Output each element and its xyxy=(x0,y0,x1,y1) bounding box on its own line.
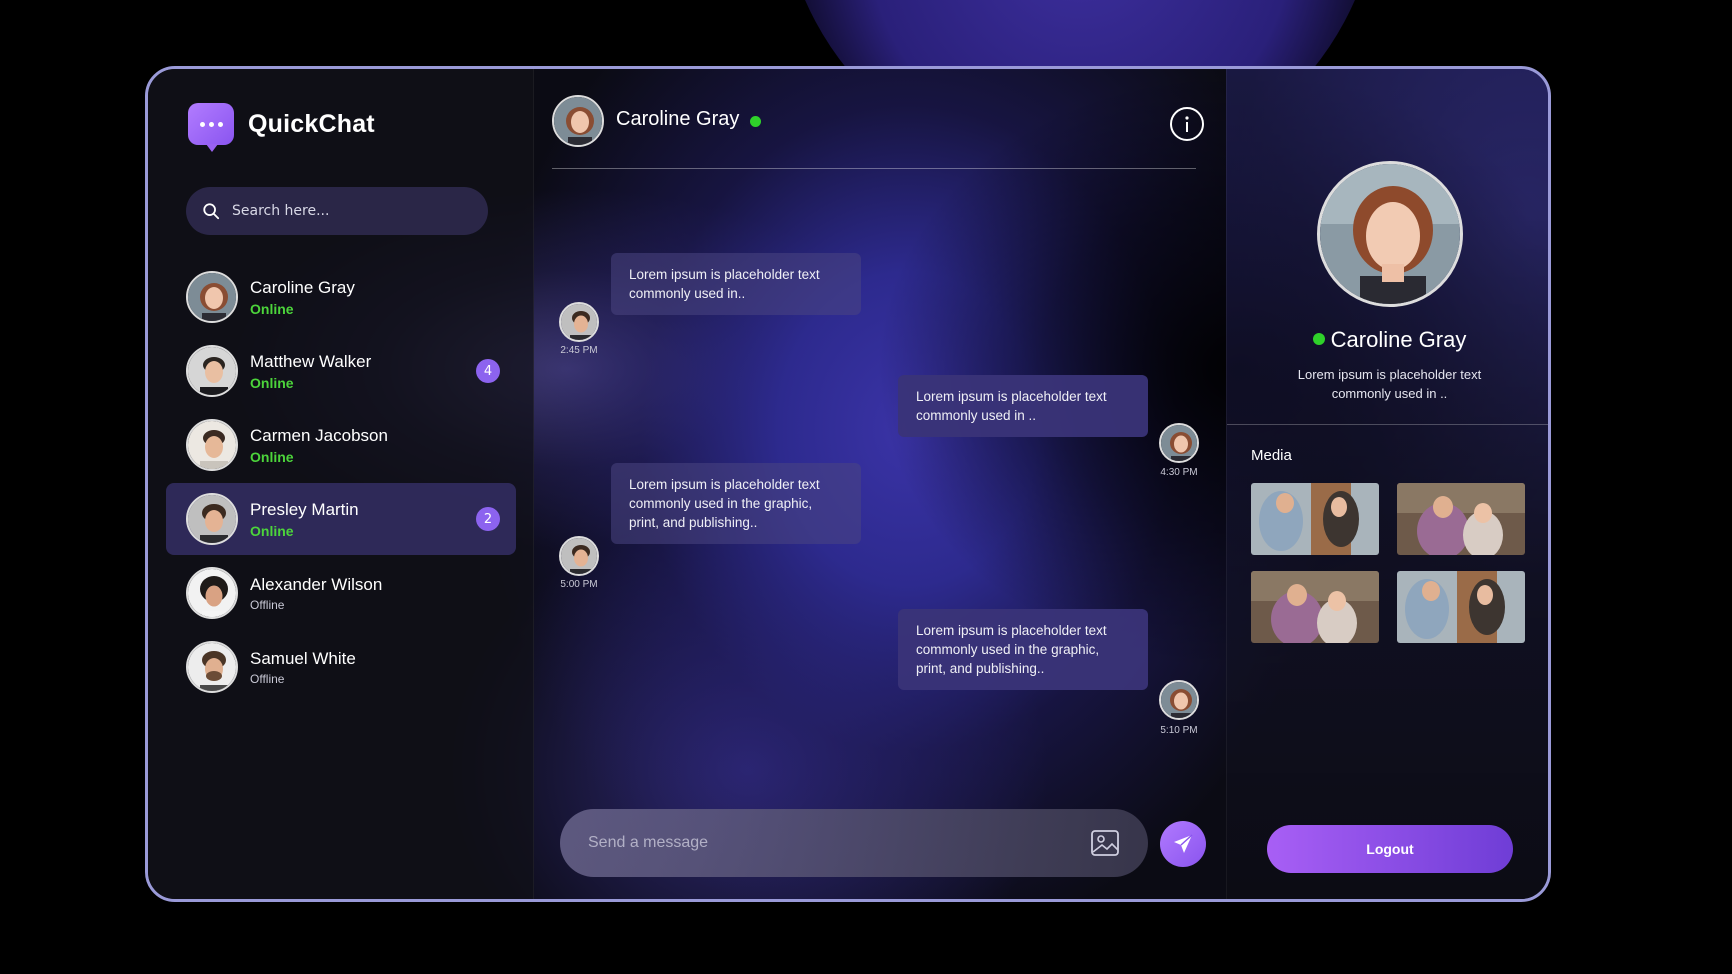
contact-item-active[interactable]: Presley Martin Online 2 xyxy=(166,483,516,555)
contact-name: Alexander Wilson xyxy=(250,574,383,594)
online-indicator xyxy=(750,116,761,127)
message-input[interactable] xyxy=(588,834,1048,852)
avatar xyxy=(186,345,238,397)
profile-bio: Lorem ipsum is placeholder text commonly… xyxy=(1297,367,1482,401)
chat-header: Caroline Gray xyxy=(552,95,1196,169)
media-thumbnail[interactable] xyxy=(1397,483,1525,555)
message-avatar xyxy=(559,536,599,576)
contact-name: Matthew Walker xyxy=(250,351,372,371)
contact-item[interactable]: Alexander Wilson Offline xyxy=(166,557,516,629)
message-avatar xyxy=(559,302,599,342)
contact-item[interactable]: Samuel White Offline xyxy=(166,631,516,703)
contact-name: Samuel White xyxy=(250,648,356,668)
message-time: 4:30 PM xyxy=(1160,467,1198,478)
chat-contact-name: Caroline Gray xyxy=(616,108,740,130)
contact-status: Online xyxy=(250,300,294,317)
message-received: Lorem ipsum is placeholder text commonly… xyxy=(611,253,861,315)
app-name: QuickChat xyxy=(248,109,375,138)
search-input[interactable] xyxy=(232,203,462,219)
message-avatar xyxy=(1159,680,1199,720)
send-icon xyxy=(1174,834,1193,853)
message-time: 5:00 PM xyxy=(560,579,598,590)
contact-name: Presley Martin xyxy=(250,499,359,519)
message-time: 5:10 PM xyxy=(1160,725,1198,736)
online-indicator xyxy=(1312,333,1325,346)
avatar xyxy=(186,641,238,693)
contact-status: Offline xyxy=(250,597,285,612)
media-thumbnail[interactable] xyxy=(1397,571,1525,643)
send-button[interactable] xyxy=(1160,821,1206,867)
message-sent: Lorem ipsum is placeholder text commonly… xyxy=(898,609,1148,690)
contact-item[interactable]: Caroline Gray Online xyxy=(166,261,516,333)
contact-status: Online xyxy=(250,448,294,465)
message-avatar xyxy=(1159,423,1199,463)
contact-status: Online xyxy=(250,374,294,391)
contact-list: Caroline Gray Online Matthew Walker Onli… xyxy=(166,261,516,705)
search-bar[interactable] xyxy=(186,187,488,235)
contact-item[interactable]: Matthew Walker Online 4 xyxy=(166,335,516,407)
contact-name: Carmen Jacobson xyxy=(250,425,388,445)
avatar xyxy=(186,271,238,323)
logo: QuickChat xyxy=(188,103,375,152)
message-sent: Lorem ipsum is placeholder text commonly… xyxy=(898,375,1148,437)
avatar xyxy=(186,493,238,545)
media-thumbnail[interactable] xyxy=(1251,571,1379,643)
profile-name: Caroline Gray xyxy=(1330,327,1467,352)
message-composer xyxy=(560,809,1148,877)
app-window: QuickChat Caroline Gray Online xyxy=(145,66,1551,902)
chat-header-avatar[interactable] xyxy=(552,95,604,147)
contact-name: Caroline Gray xyxy=(250,277,355,297)
media-grid xyxy=(1251,483,1525,643)
info-icon[interactable] xyxy=(1170,107,1204,141)
message-received: Lorem ipsum is placeholder text commonly… xyxy=(611,463,861,544)
divider xyxy=(1227,424,1548,425)
search-icon xyxy=(203,203,220,220)
contact-status: Online xyxy=(250,522,294,539)
media-thumbnail[interactable] xyxy=(1251,483,1379,555)
avatar xyxy=(186,567,238,619)
profile-avatar xyxy=(1317,161,1463,307)
contact-item[interactable]: Carmen Jacobson Online xyxy=(166,409,516,481)
sidebar: QuickChat Caroline Gray Online xyxy=(148,69,534,899)
logout-button[interactable]: Logout xyxy=(1267,825,1513,873)
contact-status: Offline xyxy=(250,671,285,686)
unread-badge: 2 xyxy=(476,507,500,531)
avatar xyxy=(186,419,238,471)
image-icon[interactable] xyxy=(1090,829,1120,857)
chat-bubble-icon xyxy=(188,103,234,152)
media-label: Media xyxy=(1251,447,1292,464)
unread-badge: 4 xyxy=(476,359,500,383)
profile-panel: Caroline Gray Lorem ipsum is placeholder… xyxy=(1226,69,1548,899)
message-time: 2:45 PM xyxy=(560,345,598,356)
